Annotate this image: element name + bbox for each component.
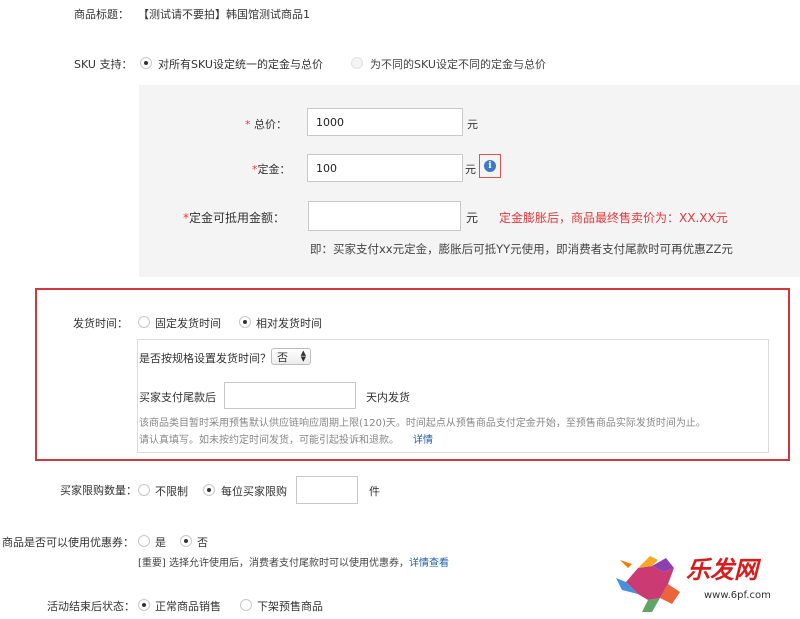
sku-different-label: 为不同的SKU设定不同的定金与总价 xyxy=(370,58,546,71)
coupon-details-link[interactable]: 详情查看 xyxy=(409,558,449,569)
shipping-relative-label: 相对发货时间 xyxy=(256,317,322,330)
coupon-yes-label: 是 xyxy=(155,536,166,549)
shipping-time-label: 发货时间： xyxy=(73,317,128,330)
purchase-limit-label: 买家限购数量： xyxy=(60,484,137,497)
after-final-payment-label: 买家支付尾款后 xyxy=(139,391,216,404)
offset-hint-text: 即：买家支付xx元定金，膨胀后可抵YY元使用，即消费者支付尾款时可再优惠ZZ元 xyxy=(310,242,733,256)
shipping-details-link[interactable]: 详情 xyxy=(413,435,433,446)
coupon-note-row: [重要] 选择允许使用后，消费者支付尾款时可以使用优惠券，详情查看 xyxy=(138,554,449,569)
info-icon: i xyxy=(484,160,496,172)
offset-amount-input[interactable] xyxy=(308,201,461,231)
offset-unit: 元 xyxy=(466,211,479,225)
product-title-label: 商品标题： xyxy=(74,8,129,21)
deposit-label-text: 定金： xyxy=(257,163,291,176)
total-price-label: * 总价： xyxy=(245,116,287,132)
limit-quantity-input[interactable] xyxy=(296,476,358,504)
limit-unit: 件 xyxy=(369,485,380,498)
coupon-no-radio[interactable] xyxy=(180,535,192,547)
ship-days-suffix: 天内发货 xyxy=(366,391,410,404)
after-normal-label: 正常商品销售 xyxy=(155,600,221,613)
sku-support-label: SKU 支持： xyxy=(74,58,133,71)
shipping-note-line2-row: 请认真填写。如未按约定时间发货，可能引起投诉和退款。 详情 xyxy=(139,431,433,446)
sku-unified-label: 对所有SKU设定统一的定金与总价 xyxy=(158,58,323,71)
watermark-brand: 乐发网 xyxy=(686,556,758,584)
ship-days-input[interactable] xyxy=(224,382,356,409)
sku-different-radio[interactable] xyxy=(351,57,363,69)
by-spec-select[interactable]: 否 ▲ ▼ xyxy=(271,348,311,365)
offset-final-price-text: 定金膨胀后，商品最终售卖价为：XX.XX元 xyxy=(499,211,728,225)
offset-label: *定金可抵用金额： xyxy=(183,209,285,226)
sku-unified-radio[interactable] xyxy=(140,57,152,69)
after-event-label: 活动结束后状态： xyxy=(47,600,135,613)
product-title-value: 【测试请不要拍】韩国馆测试商品1 xyxy=(138,8,310,21)
deposit-input[interactable]: 100 xyxy=(307,154,463,182)
coupon-yes-radio[interactable] xyxy=(138,535,150,547)
coupon-label: 商品是否可以使用优惠券： xyxy=(2,536,134,549)
watermark-logo: 乐发网 www.6pf.com xyxy=(608,538,800,616)
after-normal-radio[interactable] xyxy=(138,599,150,611)
deposit-unit: 元 xyxy=(465,163,476,176)
coupon-note: [重要] 选择允许使用后，消费者支付尾款时可以使用优惠券， xyxy=(138,558,409,569)
coupon-no-label: 否 xyxy=(197,536,208,549)
shipping-note-line1: 该商品类目暂时采用预售默认供应链响应周期上限(120)天。时间起点从预售商品支付… xyxy=(139,418,706,429)
deposit-info-button[interactable]: i xyxy=(479,154,501,178)
offset-label-text: 定金可抵用金额： xyxy=(189,211,286,225)
shipping-relative-radio[interactable] xyxy=(239,316,251,328)
after-delist-radio[interactable] xyxy=(240,599,252,611)
watermark-url: www.6pf.com xyxy=(704,590,771,601)
shipping-fixed-radio[interactable] xyxy=(138,316,150,328)
select-arrows-icon: ▲ ▼ xyxy=(300,349,306,363)
by-spec-select-value: 否 xyxy=(277,350,288,364)
total-price-input[interactable]: 1000 xyxy=(307,108,463,136)
after-delist-label: 下架预售商品 xyxy=(257,600,323,613)
by-spec-label: 是否按规格设置发货时间？ xyxy=(139,352,271,365)
limit-unlimited-label: 不限制 xyxy=(155,485,188,498)
total-price-unit: 元 xyxy=(467,118,478,131)
shipping-note-line2: 请认真填写。如未按约定时间发货，可能引起投诉和退款。 xyxy=(139,435,399,446)
limit-unlimited-radio[interactable] xyxy=(138,484,150,496)
shipping-fixed-label: 固定发货时间 xyxy=(155,317,221,330)
deposit-label: *定金： xyxy=(252,161,291,177)
total-price-label-text: 总价： xyxy=(254,118,287,131)
limit-per-buyer-label: 每位买家限购 xyxy=(221,485,287,498)
limit-per-buyer-radio[interactable] xyxy=(203,484,215,496)
total-required-star: * xyxy=(245,118,254,131)
